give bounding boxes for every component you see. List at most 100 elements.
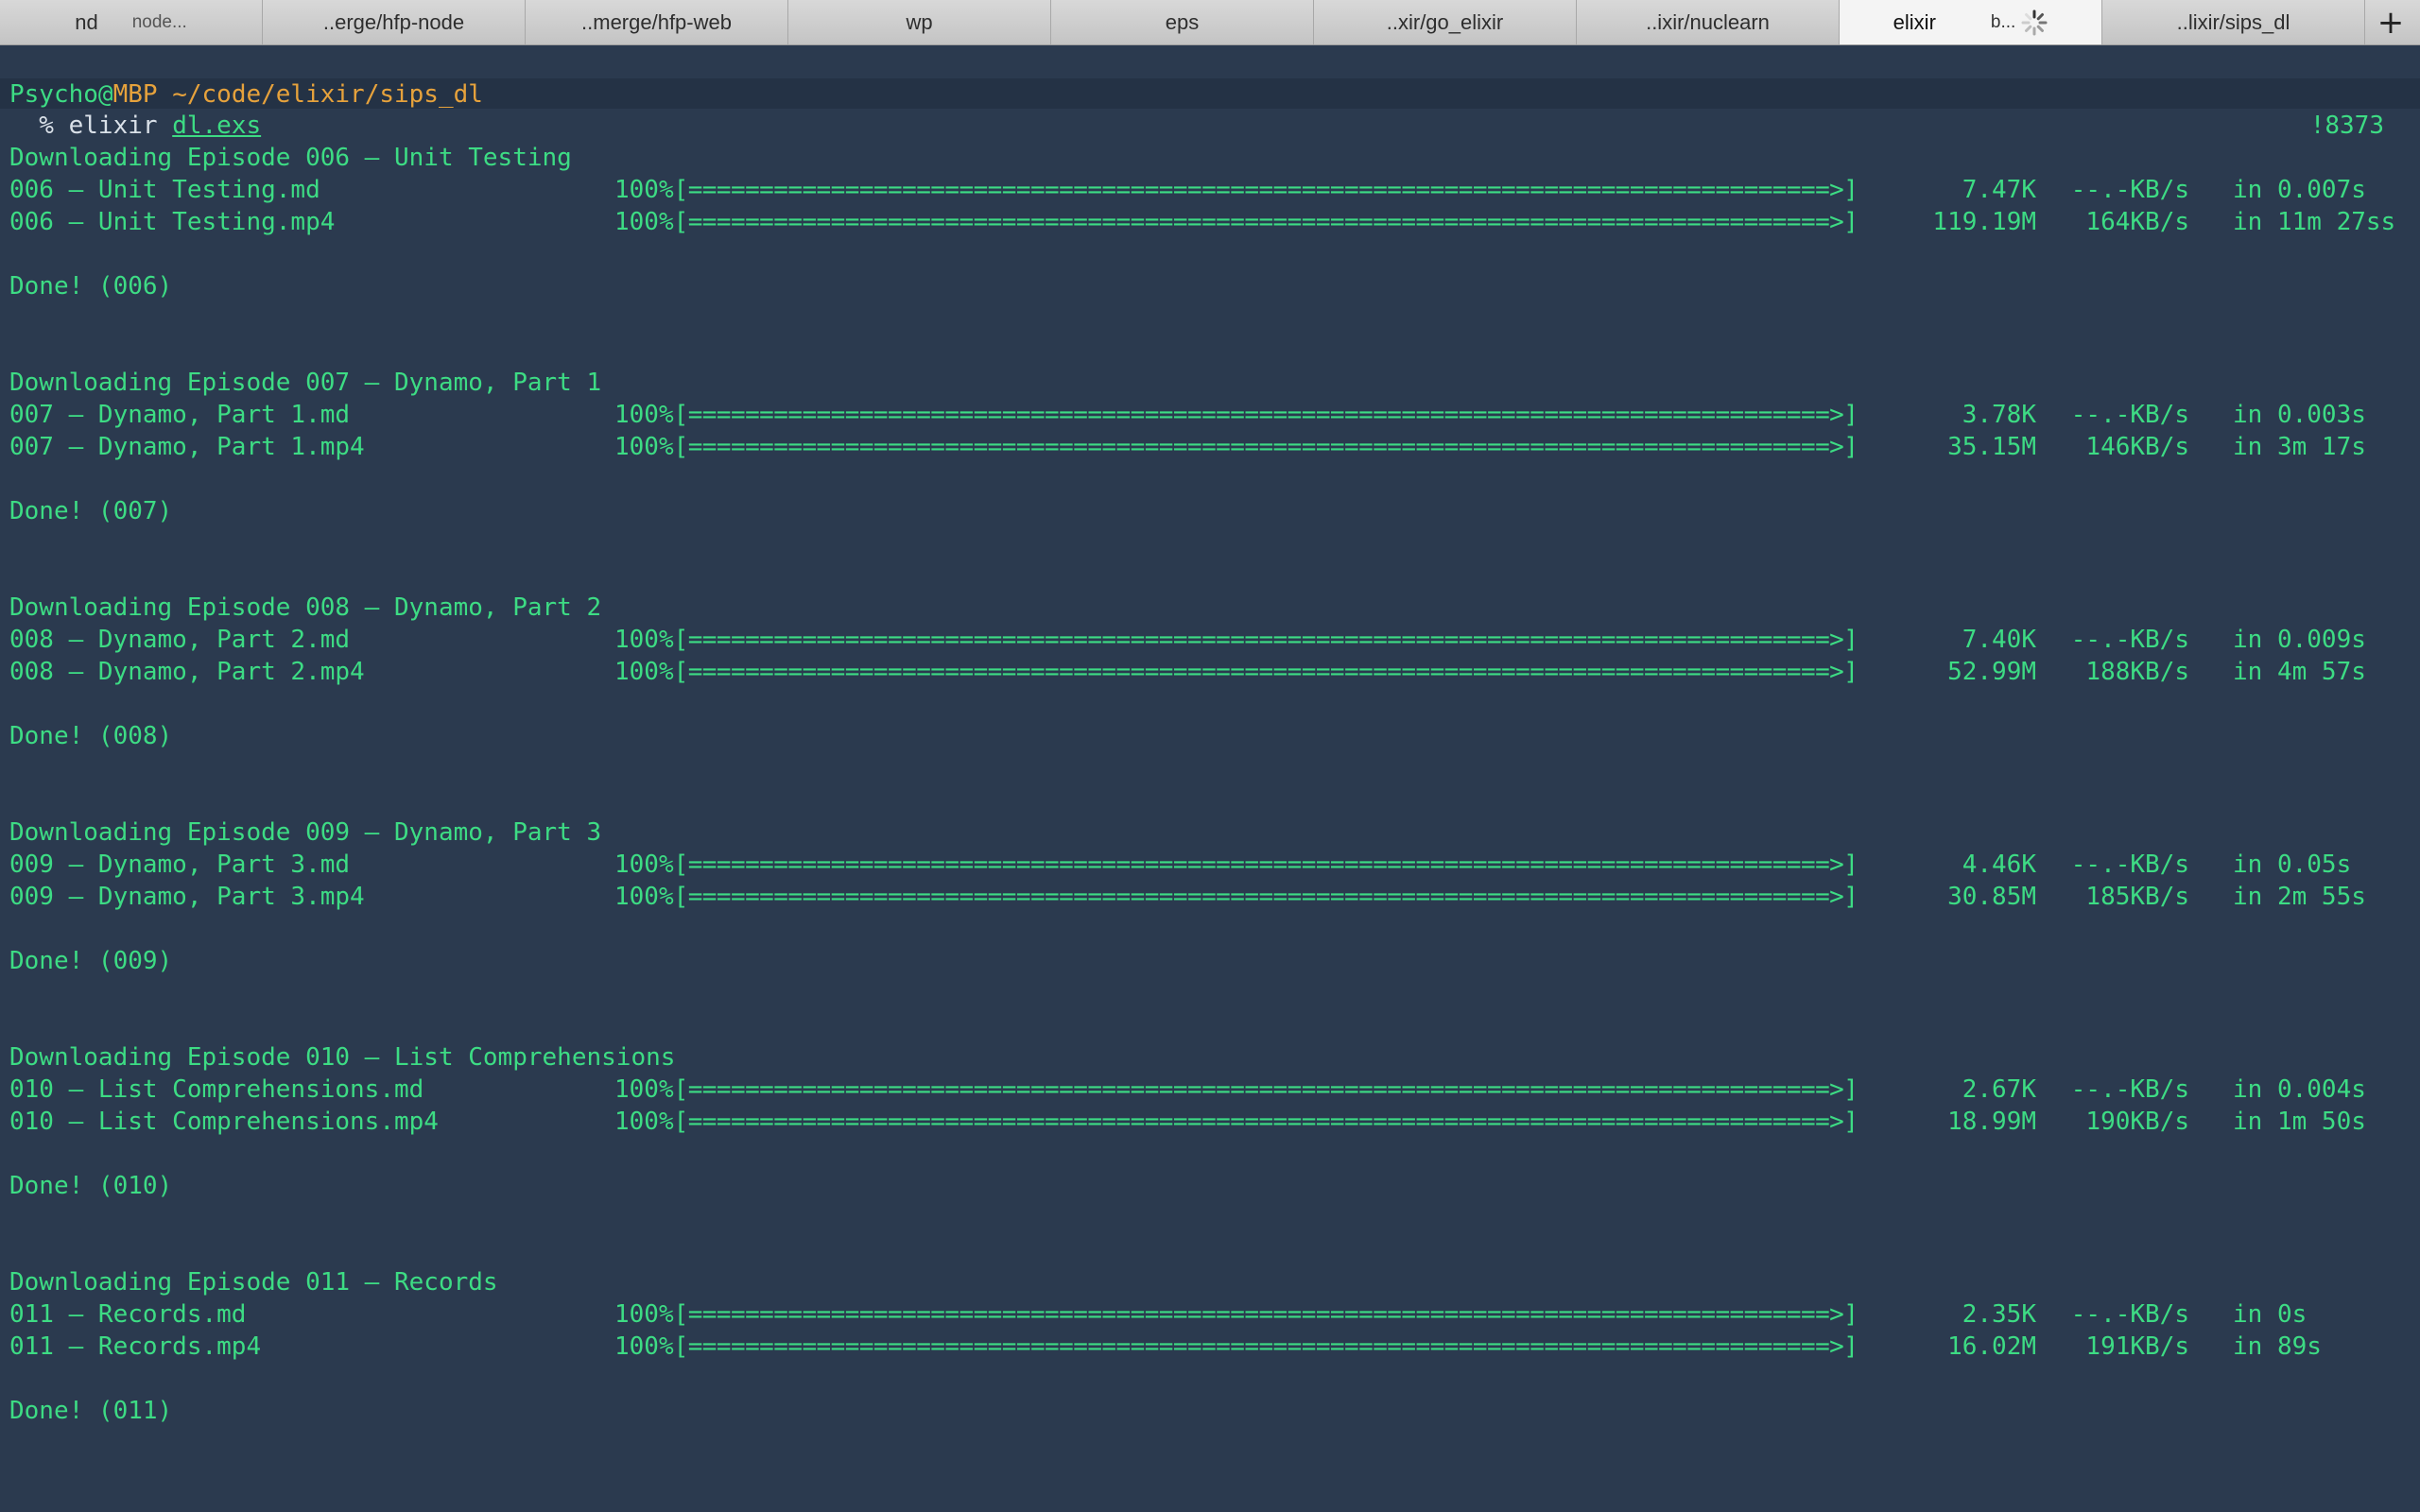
progress-bar-glyphs: [=======================================… [673,1108,1858,1136]
file-name: 007 – Dynamo, Part 1.md [9,401,351,429]
tab-go-elixir[interactable]: ..xir/go_elixir [1314,0,1577,44]
progress-bar-glyphs: [=======================================… [673,883,1858,911]
progress-bar: 100%[===================================… [614,174,1858,206]
tab-label: ..erge/hfp-node [322,9,465,34]
elapsed-time: in 0.003s [2233,401,2366,429]
tab-hfp-web[interactable]: ..merge/hfp-web [526,0,788,44]
progress-percent: 100% [614,401,674,429]
terminal-output[interactable]: Psycho@MBP ~/code/elixir/sips_dl % elixi… [0,45,2420,1512]
file-name: 010 – List Comprehensions.md [9,1075,424,1104]
progress-bar: 100%[===================================… [614,849,1858,881]
prompt-line: Psycho@MBP ~/code/elixir/sips_dl [9,78,483,111]
tab-label: ..lixir/sips_dl [2176,9,2290,34]
done-message: Done! (011) [9,1397,173,1425]
episode-heading: Downloading Episode 006 – Unit Testing [9,144,572,172]
progress-bar-glyphs: [=======================================… [673,1075,1858,1104]
progress-percent: 100% [614,208,674,236]
elapsed-time: in 0s [2233,1300,2308,1329]
episode-heading: Downloading Episode 010 – List Comprehen… [9,1043,676,1072]
download-rate: 190KB/s [2085,1108,2189,1136]
progress-bar: 100%[===================================… [614,881,1858,913]
tab-elixir[interactable]: elixir b... [1840,0,2102,44]
tab-hfp-node[interactable]: ..erge/hfp-node [263,0,526,44]
download-rate: 185KB/s [2085,883,2189,911]
tab-eps[interactable]: eps [1051,0,1314,44]
progress-bar: 100%[===================================… [614,399,1858,431]
file-name: 011 – Records.mp4 [9,1332,262,1361]
spinner-icon [2021,9,2048,35]
elapsed-time: in 1m 50s [2233,1108,2366,1136]
download-rate: 188KB/s [2085,658,2189,686]
prompt-host: MBP [112,80,158,109]
file-size: 18.99M [1947,1108,2036,1136]
progress-bar: 100%[===================================… [614,656,1858,688]
progress-bar: 100%[===================================… [614,1106,1858,1138]
progress-percent: 100% [614,1332,674,1361]
tab-label: nd [75,9,98,34]
file-name: 006 – Unit Testing.mp4 [9,208,336,236]
episode-heading: Downloading Episode 011 – Records [9,1268,498,1297]
file-size: 2.35K [1962,1300,2036,1329]
elapsed-time: in 4m 57s [2233,658,2366,686]
file-size: 30.85M [1947,883,2036,911]
new-tab-button[interactable]: + [2365,0,2416,44]
tab-wp[interactable]: wp [788,0,1051,44]
progress-bar: 100%[===================================… [614,206,1858,238]
download-rate: 191KB/s [2085,1332,2189,1361]
tab-sips-dl[interactable]: ..lixir/sips_dl [2102,0,2365,44]
download-rate: --.-KB/s [2070,1075,2189,1104]
file-name: 010 – List Comprehensions.mp4 [9,1108,439,1136]
progress-bar-glyphs: [=======================================… [673,850,1858,879]
history-number: !8373 [2309,112,2384,140]
done-message: Done! (010) [9,1172,173,1200]
elapsed-time: in 2m 55s [2233,883,2366,911]
progress-bar-glyphs: [=======================================… [673,208,1858,236]
progress-percent: 100% [614,1075,674,1104]
tab-label: eps [1165,9,1200,34]
progress-percent: 100% [614,1300,674,1329]
done-message: Done! (006) [9,272,173,301]
download-rate: --.-KB/s [2070,1300,2189,1329]
download-rate: 146KB/s [2085,433,2189,461]
file-name: 006 – Unit Testing.md [9,176,320,204]
tab-label: ..merge/hfp-web [581,9,732,34]
file-name: 008 – Dynamo, Part 2.md [9,626,351,654]
episode-heading: Downloading Episode 008 – Dynamo, Part 2 [9,593,602,622]
progress-bar: 100%[===================================… [614,624,1858,656]
progress-bar: 100%[===================================… [614,431,1858,463]
file-size: 16.02M [1947,1332,2036,1361]
file-size: 4.46K [1962,850,2036,879]
command-text: elixir [68,112,173,140]
episode-heading: Downloading Episode 009 – Dynamo, Part 3 [9,818,602,847]
done-message: Done! (007) [9,497,173,525]
tab-sublabel: node... [131,11,187,32]
file-size: 2.67K [1962,1075,2036,1104]
episode-heading: Downloading Episode 007 – Dynamo, Part 1 [9,369,602,397]
file-name: 009 – Dynamo, Part 3.mp4 [9,883,365,911]
file-name: 011 – Records.md [9,1300,247,1329]
file-name: 009 – Dynamo, Part 3.md [9,850,351,879]
command-line: % elixir dl.exs [9,110,261,142]
prompt-path: ~/code/elixir/sips_dl [172,80,483,109]
tab-label: elixir [1893,9,1936,34]
file-name: 007 – Dynamo, Part 1.mp4 [9,433,365,461]
tab-nd[interactable]: nd node... [0,0,263,44]
download-rate: --.-KB/s [2070,850,2189,879]
progress-percent: 100% [614,1108,674,1136]
tab-nuclearn[interactable]: ..ixir/nuclearn [1577,0,1840,44]
progress-bar: 100%[===================================… [614,1298,1858,1331]
progress-bar-glyphs: [=======================================… [673,1332,1858,1361]
tab-bar: nd node... ..erge/hfp-node ..merge/hfp-w… [0,0,2420,45]
file-name: 008 – Dynamo, Part 2.mp4 [9,658,365,686]
prompt-symbol: % [9,112,69,140]
progress-percent: 100% [614,433,674,461]
progress-percent: 100% [614,626,674,654]
tab-label: ..xir/go_elixir [1386,9,1504,34]
done-message: Done! (008) [9,722,173,750]
elapsed-time: in 0.004s [2233,1075,2366,1104]
elapsed-time: in 0.009s [2233,626,2366,654]
file-size: 7.47K [1962,176,2036,204]
download-rate: --.-KB/s [2070,401,2189,429]
progress-bar-glyphs: [=======================================… [673,658,1858,686]
file-size: 35.15M [1947,433,2036,461]
